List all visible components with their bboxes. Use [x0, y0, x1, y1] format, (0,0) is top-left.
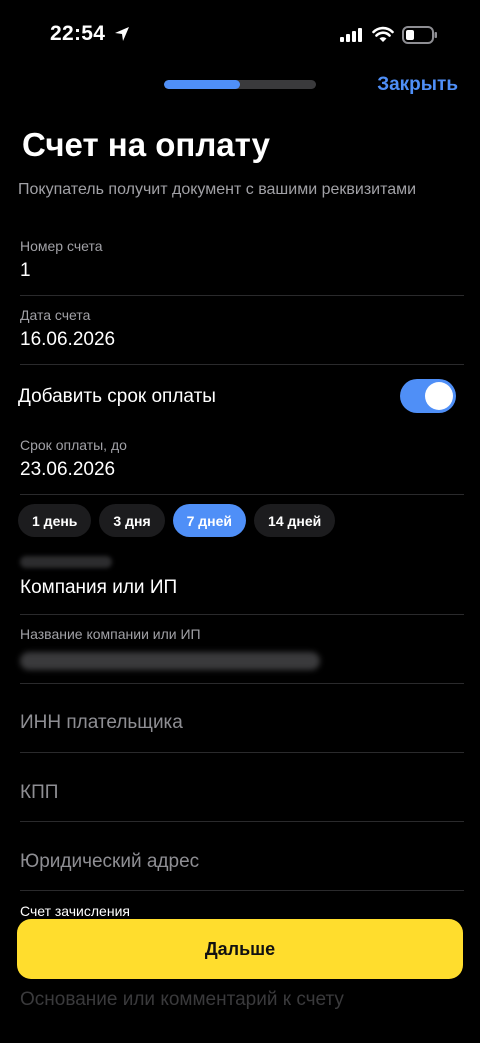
page-title: Счет на оплату	[22, 126, 270, 163]
invoice-date-field[interactable]: Дата счета 16.06.2026	[20, 307, 464, 365]
company-name-label: Название компании или ИП	[20, 626, 201, 642]
battery-icon	[402, 26, 437, 44]
payer-type-field[interactable]: Компания или ИП	[20, 575, 464, 615]
chip-3-days[interactable]: 3 дня	[99, 504, 165, 537]
invoice-date-value: 16.06.2026	[20, 329, 116, 350]
due-period-chips: 1 день 3 дня 7 дней 14 дней	[18, 504, 336, 538]
kpp-field[interactable]: КПП	[20, 782, 464, 822]
status-time: 22:54	[50, 22, 106, 45]
company-name-field[interactable]: Название компании или ИП	[20, 626, 464, 684]
invoice-number-value: 1	[20, 260, 31, 281]
address-placeholder: Юридический адрес	[20, 851, 200, 872]
status-bar: 22:54	[0, 0, 480, 70]
inn-placeholder: ИНН плательщика	[20, 712, 183, 733]
account-label: Счет зачисления	[20, 903, 130, 919]
due-date-label: Срок оплаты, до	[20, 437, 127, 453]
location-arrow-icon	[115, 27, 129, 41]
toggle-knob	[425, 382, 453, 410]
payer-type-label-redacted	[20, 556, 112, 568]
due-date-toggle-label: Добавить срок оплаты	[18, 386, 216, 407]
wifi-icon	[372, 26, 394, 42]
kpp-placeholder: КПП	[20, 782, 59, 803]
chip-14-days[interactable]: 14 дней	[254, 504, 336, 537]
close-button[interactable]: Закрыть	[377, 74, 458, 96]
page-subtitle: Покупатель получит документ с вашими рек…	[18, 181, 417, 198]
invoice-date-label: Дата счета	[20, 307, 91, 323]
due-date-value: 23.06.2026	[20, 459, 116, 480]
chip-7-days[interactable]: 7 дней	[172, 504, 247, 537]
cellular-signal-icon	[340, 28, 362, 42]
step-progress-fill	[164, 80, 240, 89]
invoice-number-field[interactable]: Номер счета 1	[20, 238, 464, 296]
payer-type-value: Компания или ИП	[20, 577, 178, 598]
step-progress-bar	[164, 80, 316, 89]
comment-field[interactable]: Основание или комментарий к счету	[20, 989, 344, 1011]
invoice-number-label: Номер счета	[20, 238, 103, 254]
next-button[interactable]: Дальше	[17, 919, 463, 979]
due-date-toggle[interactable]	[400, 379, 456, 413]
chip-1-day[interactable]: 1 день	[18, 504, 92, 537]
due-date-field[interactable]: Срок оплаты, до 23.06.2026	[20, 437, 464, 495]
company-name-value-redacted	[20, 652, 320, 670]
due-date-toggle-row: Добавить срок оплаты	[18, 378, 458, 416]
address-field[interactable]: Юридический адрес	[20, 851, 464, 891]
invoice-screen: 22:54 Закрыть Счет на оплату Покупатель …	[0, 0, 480, 1043]
inn-field[interactable]: ИНН плательщика	[20, 712, 464, 753]
